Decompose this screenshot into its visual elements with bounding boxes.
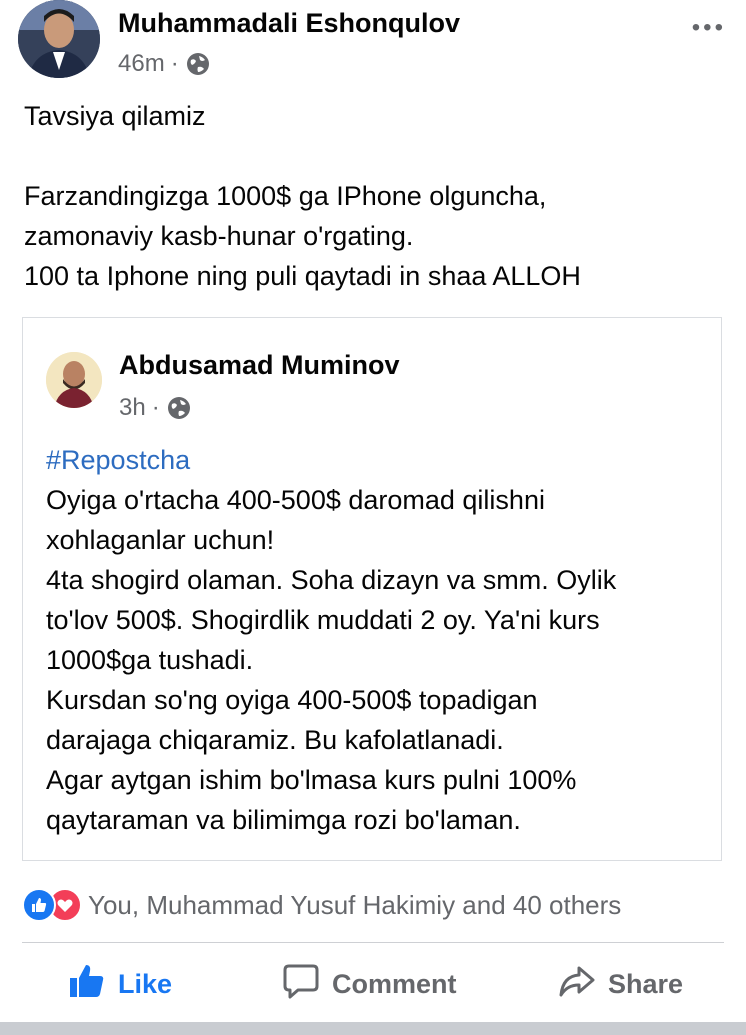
post-line: 100 ta Iphone ning puli qaytadi in shaa …	[24, 261, 581, 291]
comment-icon	[282, 962, 320, 1007]
shared-author-name[interactable]: Abdusamad Muminov	[119, 350, 400, 381]
meta-separator: ·	[151, 394, 160, 421]
shared-author-avatar[interactable]	[46, 352, 102, 408]
shared-post-meta: 3h ·	[119, 394, 192, 422]
shared-line: Agar aytgan ishim bo'lmasa kurs pulni 10…	[46, 765, 577, 795]
post-line: Tavsiya qilamiz	[24, 101, 206, 131]
shared-line: 4ta shogird olaman. Soha dizayn va smm. …	[46, 565, 617, 595]
hashtag-link[interactable]: #Repostcha	[46, 440, 190, 480]
reactions-summary[interactable]: You, Muhammad Yusuf Hakimiy and 40 other…	[22, 888, 621, 922]
post-time[interactable]: 46m	[118, 50, 165, 78]
globe-icon	[166, 395, 192, 421]
share-icon	[558, 962, 596, 1007]
author-name[interactable]: Muhammadali Eshonqulov	[118, 8, 460, 39]
comment-button[interactable]: Comment	[282, 962, 457, 1007]
shared-line: Kursdan so'ng oyiga 400-500$ topadigan	[46, 685, 538, 715]
post-line: Farzandingizga 1000$ ga IPhone olguncha,	[24, 181, 547, 211]
share-button[interactable]: Share	[558, 962, 683, 1007]
shared-line: Oyiga o'rtacha 400-500$ daromad qilishni	[46, 485, 545, 515]
thumbs-up-icon	[68, 962, 106, 1007]
comment-label: Comment	[332, 969, 457, 999]
share-label: Share	[608, 969, 684, 999]
shared-line: qaytaraman va bilimimga rozi bo'laman.	[46, 805, 521, 835]
post-line: zamonaviy kasb-hunar o'rgating.	[24, 221, 414, 251]
divider	[22, 942, 724, 943]
like-label: Like	[118, 969, 173, 999]
post-meta: 46m ·	[118, 50, 211, 78]
bottom-separator	[0, 1022, 746, 1035]
meta-separator: ·	[170, 50, 179, 77]
more-icon[interactable]: •••	[692, 14, 726, 42]
like-button[interactable]: Like	[68, 962, 172, 1007]
shared-line: darajaga chiqaramiz. Bu kafolatlanadi.	[46, 725, 504, 755]
shared-line: xohlaganlar uchun!	[46, 525, 275, 555]
globe-icon	[185, 51, 211, 77]
shared-post-time[interactable]: 3h	[119, 394, 146, 422]
author-avatar[interactable]	[18, 0, 100, 78]
shared-line: to'lov 500$. Shogirdlik muddati 2 oy. Ya…	[46, 605, 600, 635]
shared-line: 1000$ga tushadi.	[46, 645, 254, 675]
like-reaction-icon	[22, 888, 56, 922]
reaction-count-text[interactable]: You, Muhammad Yusuf Hakimiy and 40 other…	[88, 890, 621, 921]
